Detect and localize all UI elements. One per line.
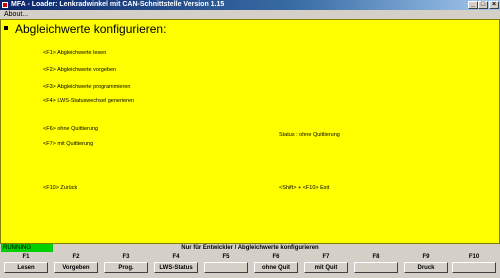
title-bar: MFA - Loader: Lenkradwinkel mit CAN-Schn… — [0, 0, 500, 10]
fkey-f2[interactable]: F2 Vorgeben — [52, 253, 100, 277]
without-ack-button[interactable]: ohne Quit — [254, 262, 298, 273]
menu-option-f2: <F2> Abgleichwerte vorgeben — [43, 67, 117, 73]
fkey-f9[interactable]: F9 Druck — [402, 253, 450, 277]
menu-option-f7: <F7> mit Quittierung — [43, 141, 94, 147]
fkey-number: F5 — [222, 254, 230, 260]
fkey-f3[interactable]: F3 Prog. — [102, 253, 150, 277]
status-text: Nur für Entwickler / Abgleichwerte konfi… — [181, 245, 319, 251]
fkey-f4[interactable]: F4 LWS-Status — [152, 253, 200, 277]
program-button[interactable]: Prog. — [104, 262, 148, 273]
close-button[interactable]: × — [489, 1, 499, 9]
page-title: Abgleichwerte konfigurieren: — [15, 22, 167, 36]
minimize-button[interactable]: _ — [468, 1, 478, 9]
fkey-f8[interactable]: F8 — [352, 253, 400, 277]
empty-button[interactable] — [204, 262, 248, 273]
preset-button[interactable]: Vorgeben — [54, 262, 98, 273]
menu-option-f3: <F3> Abgleichwerte programmieren — [43, 84, 131, 90]
cursor-marker — [4, 26, 8, 30]
fkey-f1[interactable]: F1 Lesen — [2, 253, 50, 277]
fkey-number: F10 — [468, 254, 480, 260]
app-icon — [2, 2, 8, 8]
main-panel: Abgleichwerte konfigurieren: <F1> Abglei… — [0, 19, 500, 244]
fkey-number: F3 — [122, 254, 130, 260]
fkey-number: F1 — [22, 254, 30, 260]
fkey-number: F2 — [72, 254, 80, 260]
running-indicator: RUNNING — [1, 244, 53, 252]
read-button[interactable]: Lesen — [4, 262, 48, 273]
function-key-bar: F1 Lesen F2 Vorgeben F3 Prog. F4 LWS-Sta… — [0, 252, 500, 278]
menu-option-f6: <F6> ohne Quittierung — [43, 126, 99, 132]
status-label: Status : ohne Quittierung — [279, 132, 340, 138]
menu-option-f4: <F4> LWS-Statuswechsel generieren — [43, 98, 134, 104]
menu-option-f1: <F1> Abgleichwerte lesen — [43, 50, 107, 56]
fkey-number: F7 — [322, 254, 330, 260]
status-bar: Nur für Entwickler / Abgleichwerte konfi… — [0, 244, 500, 252]
print-button[interactable]: Druck — [404, 262, 448, 273]
fkey-f6[interactable]: F6 ohne Quit — [252, 253, 300, 277]
empty-button[interactable] — [354, 262, 398, 273]
menu-option-f10: <F10> Zurück — [43, 185, 78, 191]
fkey-number: F9 — [422, 254, 430, 260]
empty-button[interactable] — [452, 262, 496, 273]
fkey-number: F8 — [372, 254, 380, 260]
maximize-button[interactable]: □ — [478, 1, 488, 9]
fkey-f10[interactable]: F10 — [450, 253, 498, 277]
with-ack-button[interactable]: mit Quit — [304, 262, 348, 273]
fkey-f7[interactable]: F7 mit Quit — [302, 253, 350, 277]
fkey-number: F4 — [172, 254, 180, 260]
exit-hint: <Shift> + <F10> Exit — [279, 185, 330, 191]
lws-status-button[interactable]: LWS-Status — [154, 262, 198, 273]
window-title: MFA - Loader: Lenkradwinkel mit CAN-Schn… — [11, 1, 225, 8]
menu-about[interactable]: About... — [4, 10, 28, 19]
fkey-number: F6 — [272, 254, 280, 260]
fkey-f5[interactable]: F5 — [202, 253, 250, 277]
